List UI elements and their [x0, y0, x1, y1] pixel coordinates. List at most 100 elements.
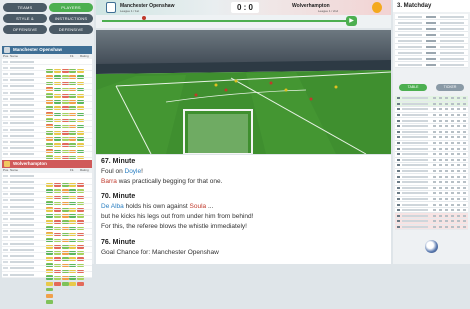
player-row[interactable]: [2, 272, 92, 304]
player-name-placeholder: [10, 211, 34, 214]
player-stat-cells: [46, 229, 92, 261]
fixture-away: [440, 15, 464, 18]
table-team: [402, 192, 428, 195]
ticker-button[interactable]: TICKER: [436, 84, 464, 91]
table-rank: [397, 108, 400, 111]
table-team: [402, 114, 428, 117]
commentary-text: but he kicks his legs out from under him…: [101, 213, 254, 220]
table-team: [402, 102, 428, 105]
player-name-placeholder: [10, 180, 34, 183]
player-position: [3, 79, 8, 82]
players-button[interactable]: PLAYERS: [49, 3, 93, 12]
player-name-placeholder: [10, 205, 34, 208]
player-stat-cells: [46, 85, 92, 116]
table-values: [433, 142, 467, 145]
fixture-score: [426, 39, 436, 42]
stat-cell: [53, 282, 61, 286]
player-stat-cells: [46, 140, 92, 172]
fixture-home: [398, 27, 422, 30]
commentary-text: !: [141, 168, 143, 175]
player-position: [3, 248, 8, 251]
table-team: [402, 158, 428, 161]
player-name-placeholder: [10, 79, 34, 82]
fixture-away: [440, 63, 464, 66]
player-position: [3, 199, 8, 202]
table-rank: [397, 164, 400, 167]
ball-icon[interactable]: [425, 240, 438, 253]
table-values: [433, 225, 467, 228]
player-name-placeholder: [10, 103, 34, 106]
table-team: [402, 153, 428, 156]
table-rank: [397, 153, 400, 156]
table-rank: [397, 147, 400, 150]
player-position: [3, 242, 8, 245]
commentary-text: was practically begging for that one.: [116, 178, 223, 185]
table-values: [433, 102, 467, 105]
matchday-panel: 3. Matchday TABLE TICKER: [393, 0, 470, 264]
player-position: [3, 255, 8, 258]
offensive-button[interactable]: OFFENSIVE: [3, 25, 47, 34]
player-name-placeholder: [10, 186, 34, 189]
stat-cell: [69, 282, 77, 286]
commentary-line: De Alba holds his own against Soula ...: [101, 203, 213, 210]
table-button[interactable]: TABLE: [399, 84, 427, 91]
player-position: [3, 153, 8, 156]
player-position: [3, 66, 8, 69]
commentary-text: ...: [206, 203, 214, 210]
table-team: [402, 197, 428, 200]
style-formation-button[interactable]: STYLE & FORMATION: [3, 14, 47, 30]
player-position: [3, 72, 8, 75]
away-crest-icon: [372, 2, 382, 13]
table-team: [402, 119, 428, 122]
player-name-placeholder: [10, 97, 34, 100]
player-position: [3, 230, 8, 233]
player-name-placeholder: [10, 193, 34, 196]
fixture-away: [440, 21, 464, 24]
table-rank: [397, 197, 400, 200]
player-name-placeholder: [10, 128, 34, 131]
time-handle[interactable]: ▶: [346, 16, 357, 26]
matchday-title: 3. Matchday: [393, 0, 470, 12]
player-position: [3, 261, 8, 264]
player-stat-cells: [46, 103, 92, 135]
fixture-score: [426, 27, 436, 30]
table-row: [395, 224, 468, 231]
player-name-placeholder: [10, 248, 34, 251]
fixture-home: [398, 57, 422, 60]
table-rank: [397, 214, 400, 217]
fixture-away: [440, 39, 464, 42]
player-stat-cells: [46, 223, 92, 255]
player-name-placeholder: [10, 116, 34, 119]
table-rank: [397, 136, 400, 139]
away-team-subtitle: League 1 / 2nd: [318, 9, 339, 13]
table-rank: [397, 158, 400, 161]
defensive-button[interactable]: DEFENSIVE: [49, 25, 93, 34]
player-name-placeholder: [10, 110, 34, 113]
player-position: [3, 211, 8, 214]
player-name-placeholder: [10, 217, 34, 220]
player-stat-cells: [46, 115, 92, 147]
teams-button[interactable]: TEAMS: [3, 3, 47, 12]
player-position: [3, 273, 8, 276]
table-rank: [397, 181, 400, 184]
table-values: [433, 136, 467, 139]
table-rank: [397, 102, 400, 105]
player-stat-cells: [46, 254, 92, 286]
table-rank: [397, 130, 400, 133]
home-crest-icon: [106, 2, 116, 13]
table-team: [402, 175, 428, 178]
player-position: [3, 267, 8, 270]
table-rank: [397, 142, 400, 145]
fixture-home: [398, 63, 422, 66]
table-team: [402, 209, 428, 212]
player-stat-cells: [46, 205, 92, 236]
table-values: [433, 186, 467, 189]
player-position: [3, 85, 8, 88]
table-values: [433, 181, 467, 184]
table-values: [433, 153, 467, 156]
league-table: [395, 96, 468, 231]
event-marker-icon: [142, 16, 146, 20]
table-team: [402, 170, 428, 173]
player-stat-cells: [46, 217, 92, 249]
instructions-button[interactable]: INSTRUCTIONS: [49, 14, 93, 23]
